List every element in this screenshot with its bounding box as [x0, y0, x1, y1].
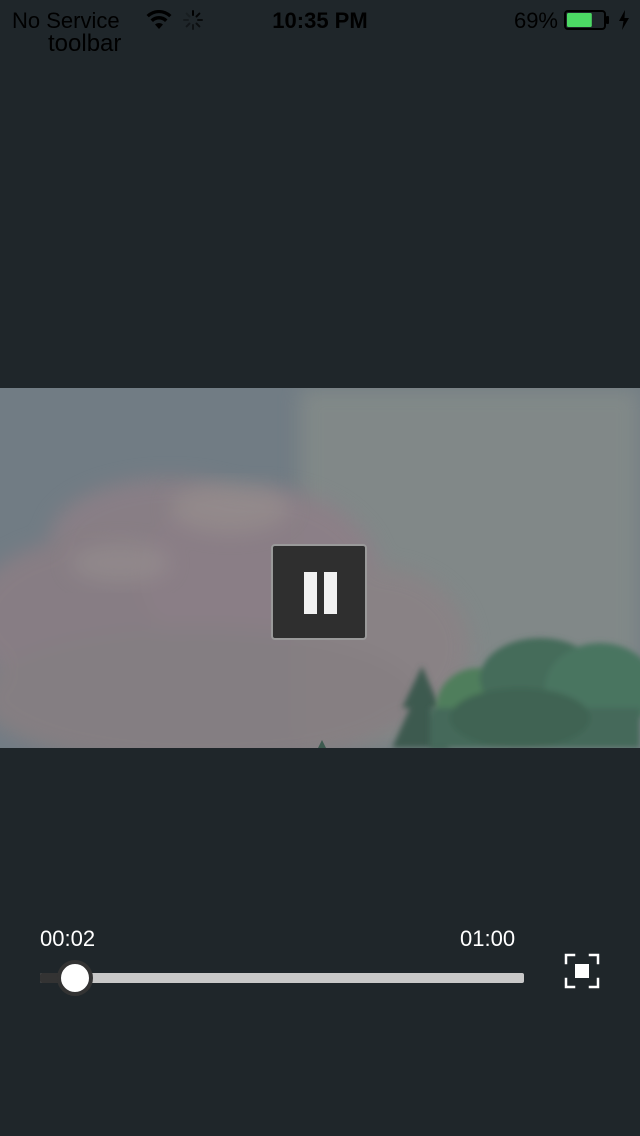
pause-button[interactable]: [271, 544, 367, 640]
slider-track: [40, 973, 524, 983]
video-player[interactable]: [0, 388, 640, 748]
charging-bolt-icon: [619, 10, 629, 30]
battery-percentage: 69%: [513, 8, 558, 33]
battery-icon: [564, 10, 609, 30]
current-time-label: 00:02: [40, 926, 96, 951]
pause-icon-bar-left: [304, 572, 317, 614]
total-time-label: 01:00: [460, 926, 516, 951]
toolbar-label: toolbar: [48, 30, 122, 57]
slider-thumb[interactable]: [57, 960, 93, 996]
pause-icon-bar-right: [324, 572, 337, 614]
fullscreen-icon[interactable]: [562, 951, 602, 991]
playback-slider[interactable]: [40, 960, 524, 996]
